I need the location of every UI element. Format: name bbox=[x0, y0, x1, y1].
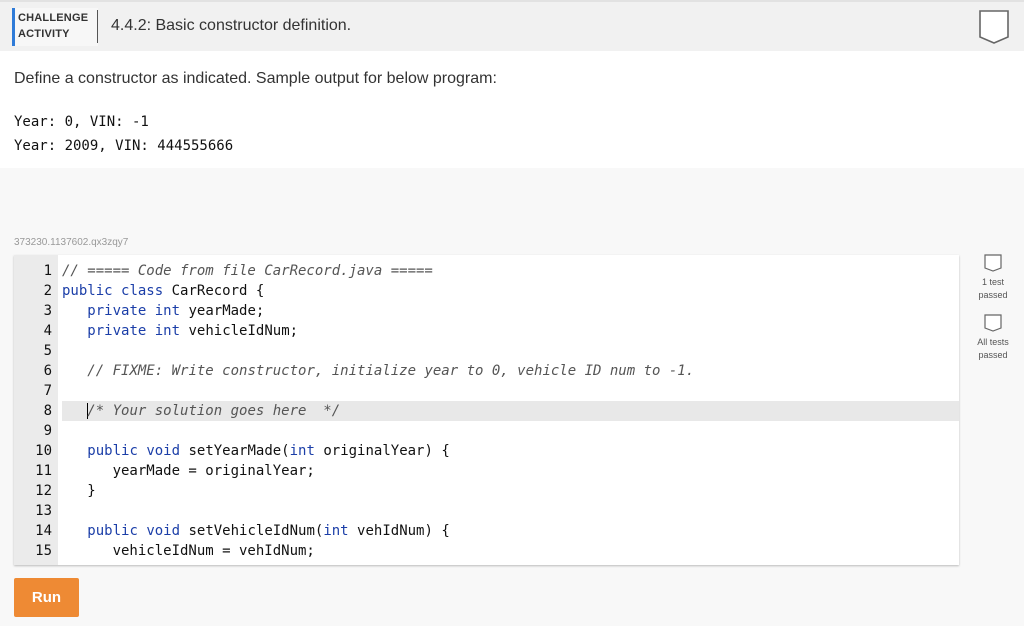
line-number: 2 bbox=[43, 283, 52, 299]
badge-divider bbox=[97, 10, 98, 43]
activity-header: CHALLENGE ACTIVITY 4.4.2: Basic construc… bbox=[0, 0, 1024, 51]
line-number: 6 bbox=[43, 363, 52, 379]
code-text[interactable]: /* Your solution goes here */ bbox=[62, 401, 959, 421]
code-line[interactable]: 3 private int yearMade; bbox=[14, 301, 959, 321]
sample-output-line: Year: 0, VIN: -1 bbox=[14, 114, 149, 130]
code-line[interactable]: 1 // ===== Code from file CarRecord.java … bbox=[14, 261, 959, 281]
test-status-line2: passed bbox=[978, 350, 1008, 360]
code-text[interactable]: yearMade = originalYear; bbox=[62, 461, 959, 481]
code-line[interactable]: 4 private int vehicleIdNum; bbox=[14, 321, 959, 341]
line-number: 4 bbox=[43, 323, 52, 339]
run-button[interactable]: Run bbox=[14, 578, 79, 617]
sample-output: Year: 0, VIN: -1 Year: 2009, VIN: 444555… bbox=[14, 110, 233, 158]
code-text[interactable]: vehicleIdNum = vehIdNum; bbox=[62, 541, 959, 561]
code-line[interactable]: 9 bbox=[14, 421, 959, 441]
code-text[interactable]: // FIXME: Write constructor, initialize … bbox=[62, 361, 959, 381]
line-number: 15 bbox=[35, 543, 52, 559]
sample-output-line: Year: 2009, VIN: 444555666 bbox=[14, 138, 234, 154]
test-status-line1: 1 test bbox=[981, 277, 1004, 287]
test-status-label: All tests passed bbox=[968, 336, 1018, 362]
test-status-all: All tests passed bbox=[968, 314, 1018, 362]
line-number: 10 bbox=[35, 443, 52, 459]
challenge-activity-badge: CHALLENGE ACTIVITY bbox=[12, 8, 98, 46]
code-text[interactable]: public void setVehicleIdNum(int vehIdNum… bbox=[62, 521, 959, 541]
line-number: 7 bbox=[43, 383, 52, 399]
line-number: 9 bbox=[43, 423, 52, 439]
line-number: 12 bbox=[35, 483, 52, 499]
code-text[interactable] bbox=[62, 341, 959, 361]
code-id-label: 373230.1137602.qx3zqy7 bbox=[14, 237, 129, 248]
code-text[interactable] bbox=[62, 381, 959, 401]
code-line[interactable]: 5 bbox=[14, 341, 959, 361]
code-line[interactable]: 13 bbox=[14, 501, 959, 521]
code-line[interactable]: 15 vehicleIdNum = vehIdNum; bbox=[14, 541, 959, 561]
code-line[interactable]: 8 /* Your solution goes here */ bbox=[14, 401, 959, 421]
code-line[interactable]: 7 bbox=[14, 381, 959, 401]
line-number: 1 bbox=[43, 263, 52, 279]
code-text[interactable]: public void setYearMade(int originalYear… bbox=[62, 441, 959, 461]
completion-shield-icon bbox=[979, 10, 1009, 44]
test-status-line2: passed bbox=[978, 290, 1008, 300]
line-number: 3 bbox=[43, 303, 52, 319]
code-text[interactable]: public class CarRecord { bbox=[62, 281, 959, 301]
line-number: 8 bbox=[43, 403, 52, 419]
test-status-1: 1 test passed bbox=[968, 254, 1018, 302]
code-editor[interactable]: 1 // ===== Code from file CarRecord.java … bbox=[14, 255, 959, 565]
code-text[interactable] bbox=[62, 501, 959, 521]
code-line[interactable]: 2 public class CarRecord { bbox=[14, 281, 959, 301]
line-number: 14 bbox=[35, 523, 52, 539]
badge-line1: CHALLENGE bbox=[18, 12, 89, 24]
activity-title: 4.4.2: Basic constructor definition. bbox=[111, 17, 352, 34]
code-line[interactable]: 11 yearMade = originalYear; bbox=[14, 461, 959, 481]
code-line[interactable]: 10 public void setYearMade(int originalY… bbox=[14, 441, 959, 461]
line-number: 11 bbox=[35, 463, 52, 479]
code-text[interactable]: // ===== Code from file CarRecord.java =… bbox=[62, 261, 959, 281]
code-text[interactable]: } bbox=[62, 481, 959, 501]
badge-line2: ACTIVITY bbox=[18, 28, 70, 40]
instructions-text: Define a constructor as indicated. Sampl… bbox=[14, 70, 497, 87]
line-number: 5 bbox=[43, 343, 52, 359]
code-text[interactable] bbox=[62, 421, 959, 441]
code-text[interactable]: private int vehicleIdNum; bbox=[62, 321, 959, 341]
test-shield-icon bbox=[984, 254, 1002, 272]
test-status-line1: All tests bbox=[977, 337, 1009, 347]
code-text[interactable]: private int yearMade; bbox=[62, 301, 959, 321]
code-line[interactable]: 6 // FIXME: Write constructor, initializ… bbox=[14, 361, 959, 381]
test-shield-icon bbox=[984, 314, 1002, 332]
test-status-label: 1 test passed bbox=[968, 276, 1018, 302]
code-line[interactable]: 12 } bbox=[14, 481, 959, 501]
code-line[interactable]: 14 public void setVehicleIdNum(int vehId… bbox=[14, 521, 959, 541]
line-number: 13 bbox=[35, 503, 52, 519]
